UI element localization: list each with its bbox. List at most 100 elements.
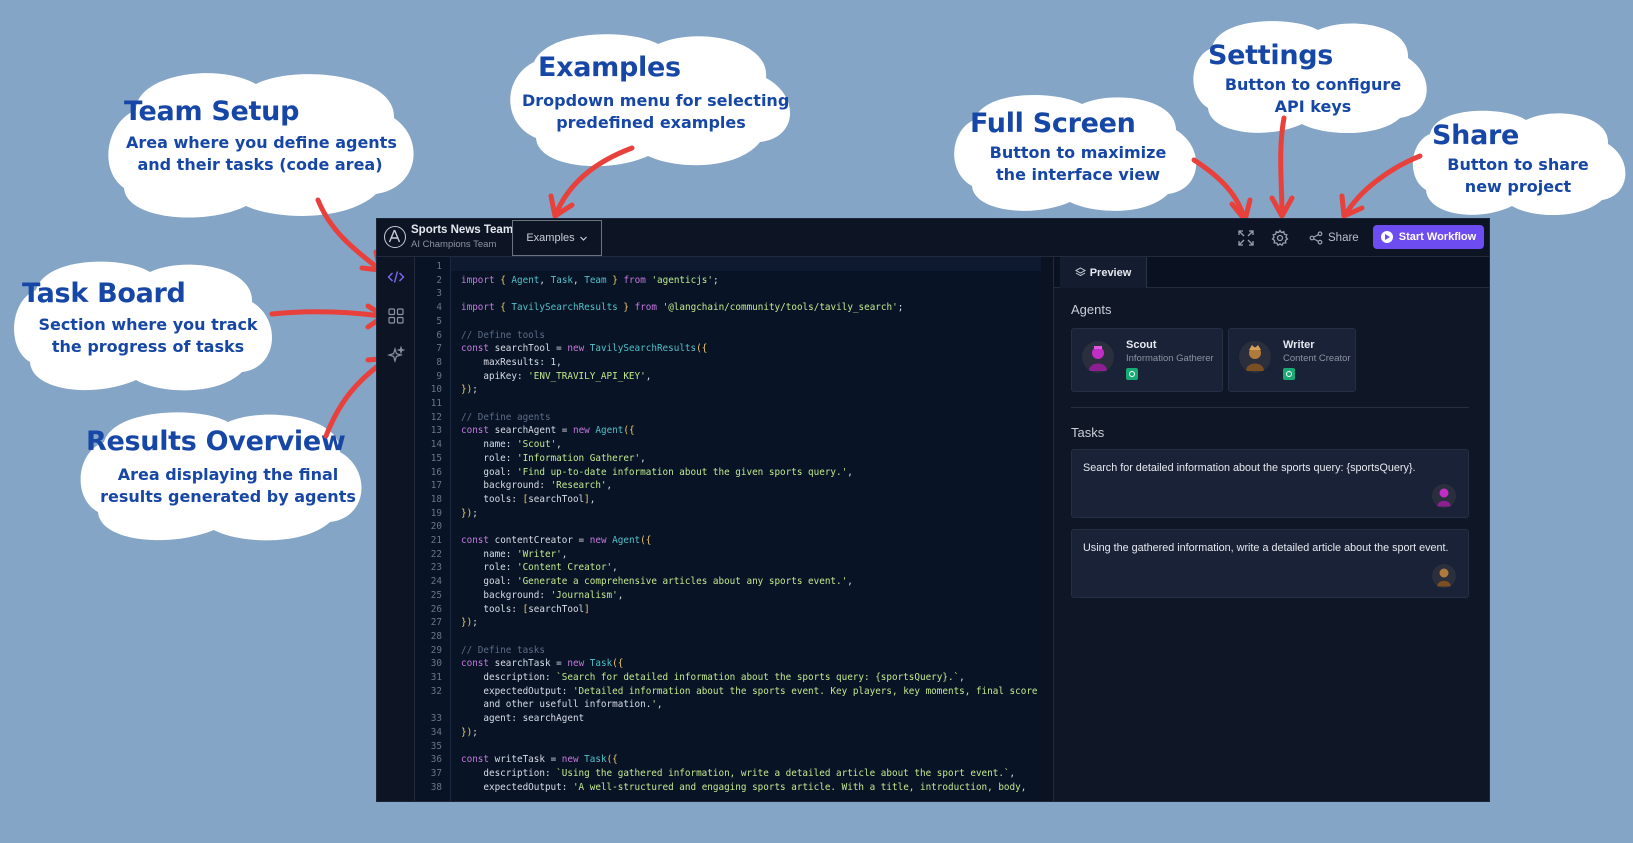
callout-title: Team Setup — [124, 96, 300, 127]
sidebar — [377, 257, 415, 801]
code-line: // Define tools — [461, 329, 545, 341]
openai-badge-icon — [1126, 368, 1138, 380]
arrow-full-screen — [1191, 157, 1247, 221]
preview-panel: Preview Agents Scout Information Gathere… — [1053, 257, 1489, 801]
line-number: 38 — [430, 781, 442, 793]
share-label: Share — [1328, 232, 1359, 244]
code-line: goal: 'Find up-to-date information about… — [461, 466, 853, 478]
gear-icon[interactable] — [1271, 229, 1289, 247]
code-line: description: `Using the gathered informa… — [461, 767, 1016, 779]
grid-icon[interactable] — [387, 307, 405, 325]
code-line: background: 'Journalism', — [461, 589, 624, 601]
line-number: 22 — [430, 548, 442, 560]
arrow-share-head — [1339, 193, 1365, 219]
agent-role: Content Creator — [1283, 353, 1351, 364]
agent-role: Information Gatherer — [1126, 353, 1214, 364]
share-button[interactable]: Share — [1309, 228, 1359, 248]
code-line: expectedOutput: 'A well-structured and e… — [461, 781, 1027, 793]
tab-preview-label: Preview — [1089, 266, 1132, 279]
examples-dropdown[interactable]: Examples — [512, 220, 602, 256]
callout-title: Share — [1432, 120, 1520, 151]
task-card[interactable]: Search for detailed information about th… — [1071, 449, 1469, 518]
section-divider — [1071, 407, 1469, 408]
task-agent-avatar — [1432, 484, 1456, 508]
layers-icon — [1074, 267, 1086, 277]
line-number: 3 — [436, 288, 442, 300]
callout-description: Section where you track the progress of t… — [38, 315, 258, 356]
line-number: 4 — [436, 302, 442, 314]
line-number: 6 — [436, 329, 442, 341]
line-number: 33 — [430, 713, 442, 725]
code-line: background: 'Research', — [461, 480, 613, 492]
arrow-share — [1343, 153, 1423, 217]
code-line: tools: [searchTool], — [461, 493, 596, 505]
task-description: Using the gathered information, write a … — [1083, 542, 1449, 554]
callout-results-overview: Results Overview Area displaying the fin… — [80, 412, 368, 544]
code-line: }); — [461, 617, 478, 629]
fullscreen-icon[interactable] — [1237, 229, 1255, 247]
line-number: 27 — [430, 617, 442, 629]
callout-examples: Examples Dropdown menu for selecting pred… — [508, 34, 794, 168]
share-icon — [1309, 231, 1323, 245]
callout-title: Results Overview — [86, 426, 346, 457]
code-icon[interactable] — [387, 268, 405, 286]
line-number: 11 — [430, 398, 442, 409]
line-number: 34 — [430, 726, 442, 738]
code-line: }); — [461, 726, 478, 738]
line-number: 18 — [430, 493, 442, 505]
line-number: 25 — [430, 589, 442, 601]
agent-name: Scout — [1126, 339, 1157, 351]
tab-preview[interactable]: Preview — [1060, 257, 1147, 288]
code-line: name: 'Scout', — [461, 439, 562, 451]
callout-settings: Settings Button to configure API keys — [1193, 20, 1428, 134]
code-line: description: `Search for detailed inform… — [461, 672, 965, 683]
callout-description: Button to maximize the interface view — [989, 143, 1167, 184]
play-icon — [1380, 231, 1393, 243]
line-number: 35 — [430, 740, 442, 752]
start-workflow-button[interactable]: Start Workflow — [1373, 225, 1484, 249]
start-workflow-label: Start Workflow — [1398, 231, 1477, 243]
agent-card-scout[interactable]: Scout Information Gatherer — [1071, 328, 1223, 392]
line-number: 24 — [430, 576, 442, 588]
app-window: Sports News Team AI Champions Team Examp… — [376, 218, 1490, 802]
line-number: 5 — [436, 315, 442, 327]
code-line: expectedOutput: 'Detailed information ab… — [461, 685, 1038, 697]
code-line: const writeTask = new Task({ — [461, 754, 618, 766]
arrow-examples-head — [548, 193, 575, 219]
chevron-down-icon — [579, 236, 587, 241]
line-number: 31 — [430, 672, 442, 683]
code-line: maxResults: 1, — [461, 356, 562, 368]
examples-label: Examples — [526, 232, 575, 244]
current-line-highlight — [451, 257, 1041, 271]
sparkle-icon[interactable] — [387, 346, 405, 364]
line-number: 37 — [430, 767, 442, 779]
agent-card-writer[interactable]: Writer Content Creator — [1228, 328, 1356, 392]
callout-description: Area displaying the final results generat… — [100, 465, 356, 506]
line-number: 15 — [430, 452, 442, 464]
agent-avatar-scout — [1082, 341, 1114, 373]
code-editor[interactable]: 1 2 import { Agent, Task, Team } from 'age… — [415, 257, 1041, 801]
line-number: 14 — [430, 439, 442, 451]
tasks-heading: Tasks — [1071, 425, 1105, 440]
callout-title: Full Screen — [970, 108, 1136, 139]
code-line: const contentCreator = new Agent({ — [461, 535, 652, 546]
line-number: 26 — [430, 603, 442, 615]
callout-team-setup: Team Setup Area where you define agents a… — [106, 70, 414, 218]
callout-title: Examples — [538, 52, 681, 83]
line-number: 8 — [436, 356, 442, 368]
team-logo-icon — [384, 226, 406, 248]
code-line: name: 'Writer', — [461, 548, 568, 560]
code-line: import { Agent, Task, Team } from 'agent… — [461, 274, 719, 286]
team-name: Sports News Team — [411, 224, 514, 236]
callout-title: Settings — [1208, 40, 1334, 71]
task-agent-avatar — [1432, 564, 1456, 588]
arrow-full-screen-head — [1229, 197, 1253, 223]
code-line: apiKey: 'ENV_TRAVILY_API_KEY', — [461, 370, 652, 382]
line-number: 20 — [430, 521, 442, 533]
code-line: goal: 'Generate a comprehensive articles… — [461, 576, 853, 588]
line-number: 23 — [430, 562, 442, 574]
line-number: 17 — [430, 480, 442, 492]
task-card[interactable]: Using the gathered information, write a … — [1071, 529, 1469, 598]
top-bar: Sports News Team AI Champions Team Examp… — [377, 219, 1489, 257]
code-line: agent: searchAgent — [461, 713, 585, 725]
